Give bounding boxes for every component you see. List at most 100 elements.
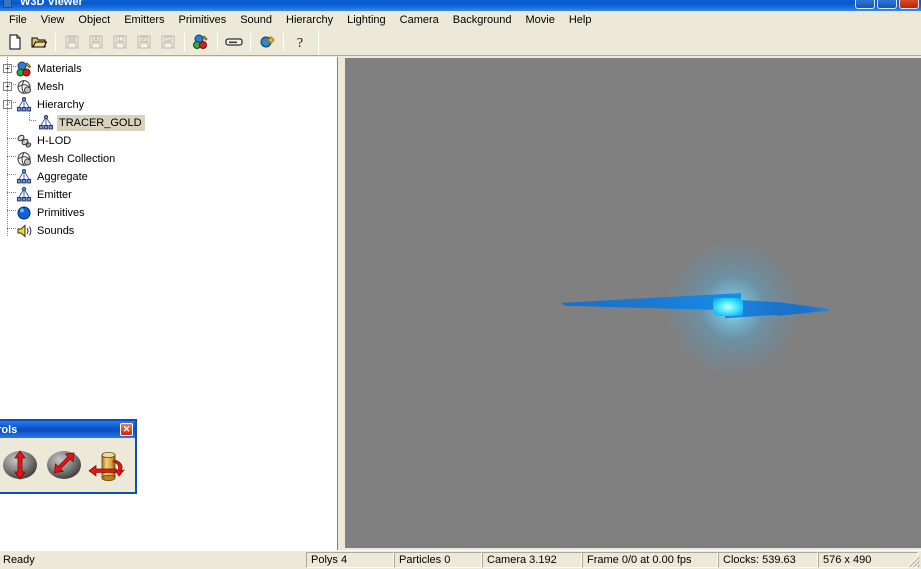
menu-item-object[interactable]: Object [71, 12, 117, 29]
pan-diagonal-control[interactable] [44, 445, 84, 485]
svg-text:?: ? [296, 36, 302, 50]
status-cells: Polys 4Particles 0Camera 3.192Frame 0/0 … [306, 551, 921, 569]
menu-item-lighting[interactable]: Lighting [340, 12, 393, 29]
primitives-icon [16, 205, 32, 221]
mesh-icon [16, 79, 32, 95]
tree-guide-line [7, 102, 16, 103]
hierarchy-icon [16, 169, 32, 185]
tree-item-tracer-gold[interactable]: TRACER_GOLD [0, 114, 337, 132]
menu-item-sound[interactable]: Sound [233, 12, 279, 29]
tree-guide-line [29, 120, 37, 121]
tree-item-label: Sounds [35, 223, 77, 239]
pan-vertical-control[interactable] [0, 445, 40, 485]
tree-item-label: TRACER_GOLD [57, 115, 145, 131]
tree-item-label: Aggregate [35, 169, 91, 185]
tree-guide-line [29, 111, 30, 120]
tracer-tip [777, 302, 829, 316]
save-lod-icon[interactable]: L [108, 31, 131, 53]
menu-item-camera[interactable]: Camera [393, 12, 446, 29]
toggle-bar-icon[interactable] [222, 31, 245, 53]
hlod-icon [16, 133, 32, 149]
add-object-icon[interactable] [255, 31, 278, 53]
tree-item-sounds[interactable]: Sounds [0, 222, 337, 240]
maximize-button[interactable] [877, 0, 897, 9]
tree-item-label: Mesh Collection [35, 151, 118, 167]
status-clocks: Clocks: 539.63 [718, 552, 818, 568]
tree-guide-line [7, 210, 16, 211]
main-toolbar: W A L P [0, 29, 921, 56]
hierarchy-icon [16, 187, 32, 203]
tree-item-hierarchy[interactable]: -Hierarchy [0, 96, 337, 114]
menu-item-background[interactable]: Background [446, 12, 519, 29]
tree-item-label: Hierarchy [35, 97, 87, 113]
save-aggregate-icon[interactable]: A [84, 31, 107, 53]
toolbar-separator [283, 33, 284, 51]
window-controls [855, 0, 919, 9]
svg-text:L: L [118, 37, 121, 43]
status-resolution: 576 x 490 [818, 552, 918, 568]
menu-item-movie[interactable]: Movie [518, 12, 561, 29]
tree-item-h-lod[interactable]: H-LOD [0, 132, 337, 150]
status-particles: Particles 0 [394, 552, 482, 568]
tree-item-label: H-LOD [35, 133, 74, 149]
tree-item-mesh[interactable]: +Mesh [0, 78, 337, 96]
tracer-core [713, 298, 743, 316]
toolbar-separator [217, 33, 218, 51]
sounds-icon [16, 223, 32, 239]
toolbar-separator [55, 33, 56, 51]
tree-guide-line [7, 156, 16, 157]
palette-titlebar[interactable]: ontrols ✕ [0, 421, 135, 438]
new-file-icon[interactable] [3, 31, 26, 53]
menu-bar: FileViewObjectEmittersPrimitivesSoundHie… [0, 11, 921, 29]
tree-guide-line [7, 192, 16, 193]
menu-item-file[interactable]: File [2, 12, 34, 29]
tree-guide-line [7, 174, 16, 175]
palette-title-text: ontrols [0, 424, 17, 436]
tree-guide-line [7, 228, 16, 229]
status-message: Ready [0, 552, 306, 568]
tree-item-primitives[interactable]: Primitives [0, 204, 337, 222]
close-button[interactable] [899, 0, 919, 9]
asset-tree-list: +Materials+Mesh-HierarchyTRACER_GOLD H-LO… [0, 57, 337, 240]
status-camera: Camera 3.192 [482, 552, 582, 568]
tree-item-label: Primitives [35, 205, 88, 221]
hierarchy-icon [38, 115, 54, 131]
render-viewport[interactable] [345, 58, 921, 548]
open-file-icon[interactable] [27, 31, 50, 53]
status-bar: Ready Polys 4Particles 0Camera 3.192Fram… [0, 550, 921, 569]
tree-guide-line [7, 84, 16, 85]
mesh-icon [16, 151, 32, 167]
help-icon[interactable]: ? [288, 31, 311, 53]
menu-item-view[interactable]: View [34, 12, 72, 29]
svg-text:W: W [69, 37, 74, 43]
save-primitive-icon[interactable]: P [132, 31, 155, 53]
tree-item-label: Materials [35, 61, 85, 77]
status-polys: Polys 4 [306, 552, 394, 568]
app-icon [3, 0, 12, 8]
panel-splitter[interactable] [338, 57, 344, 551]
tree-item-label: Mesh [35, 79, 67, 95]
save-scene-icon[interactable]: S [156, 31, 179, 53]
materials-icon [16, 61, 32, 77]
window-title: W3D Viewer [20, 0, 83, 8]
tree-item-emitter[interactable]: Emitter [0, 186, 337, 204]
menu-item-help[interactable]: Help [562, 12, 599, 29]
palette-body [0, 438, 135, 492]
tree-item-materials[interactable]: +Materials [0, 60, 337, 78]
rotate-control[interactable] [88, 445, 128, 485]
minimize-button[interactable] [855, 0, 875, 9]
application-window: W3D Viewer FileViewObjectEmittersPrimiti… [0, 0, 921, 569]
tree-item-aggregate[interactable]: Aggregate [0, 168, 337, 186]
palette-close-icon[interactable]: ✕ [120, 423, 133, 436]
toolbar-separator [184, 33, 185, 51]
menu-item-hierarchy[interactable]: Hierarchy [279, 12, 340, 29]
menu-item-primitives[interactable]: Primitives [172, 12, 234, 29]
window-titlebar: W3D Viewer [0, 0, 921, 11]
camera-controls-palette[interactable]: ontrols ✕ [0, 419, 137, 494]
tree-item-mesh-collection[interactable]: Mesh Collection [0, 150, 337, 168]
save-w3d-icon[interactable]: W [60, 31, 83, 53]
texture-settings-icon[interactable] [189, 31, 212, 53]
menu-item-emitters[interactable]: Emitters [117, 12, 171, 29]
tree-guide-line [7, 138, 16, 139]
resize-grip-icon[interactable] [904, 552, 920, 568]
